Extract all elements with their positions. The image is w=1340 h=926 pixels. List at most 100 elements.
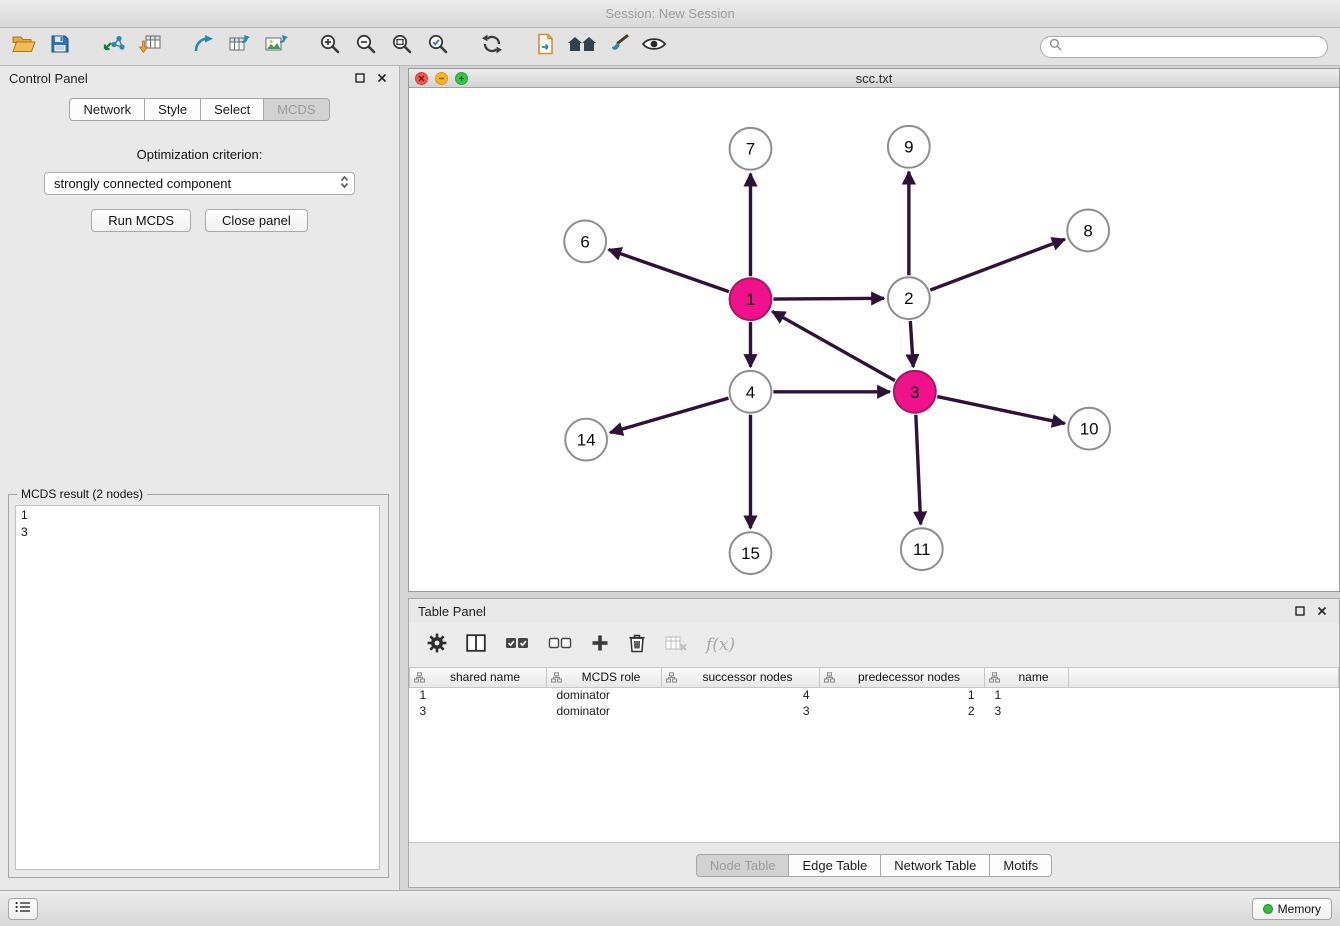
refresh-view-button[interactable] <box>474 31 510 63</box>
zoom-out-button[interactable] <box>348 31 384 63</box>
graph-edge-3-1[interactable] <box>772 311 895 380</box>
table-header-row: shared nameMCDS rolesuccessor nodes prede… <box>410 668 1339 687</box>
table-cell[interactable]: 1 <box>985 687 1069 703</box>
close-panel-button[interactable]: Close panel <box>205 209 308 232</box>
graph-edge-1-2[interactable] <box>773 298 884 299</box>
apply-style-button[interactable] <box>600 31 636 63</box>
run-mcds-button[interactable]: Run MCDS <box>91 209 191 232</box>
graph-node-9[interactable]: 9 <box>888 126 930 168</box>
delete-column-button[interactable] <box>628 633 646 658</box>
table-tabs-bar: Node TableEdge TableNetwork TableMotifs <box>409 843 1339 887</box>
deselect-all-button[interactable] <box>548 635 572 656</box>
table-row[interactable]: 1dominator411 <box>410 687 1339 703</box>
column-header-name[interactable]: name <box>985 668 1069 687</box>
column-sort-icon <box>414 672 425 686</box>
table-cell[interactable]: dominator <box>547 703 662 719</box>
graph-edge-4-14[interactable] <box>610 398 728 432</box>
network-graph[interactable]: 7 9 6 8 1 2 4 3 14 10 15 11 <box>409 89 1339 591</box>
zoom-fit-button[interactable] <box>384 31 420 63</box>
graph-node-3[interactable]: 3 <box>894 371 936 413</box>
memory-button[interactable]: Memory <box>1252 898 1332 920</box>
zoom-in-button[interactable] <box>312 31 348 63</box>
graph-node-8[interactable]: 8 <box>1067 210 1109 252</box>
optimization-dropdown[interactable]: strongly connected component <box>44 172 355 195</box>
table-cell[interactable]: 3 <box>410 703 547 719</box>
mcds-result-box: MCDS result (2 nodes) 13 <box>8 494 389 878</box>
float-table-panel-icon[interactable] <box>1292 603 1308 619</box>
table-cell[interactable]: dominator <box>547 687 662 703</box>
export-network-button[interactable] <box>186 31 222 63</box>
export-image-button[interactable] <box>258 31 294 63</box>
table-cell[interactable]: 3 <box>662 703 820 719</box>
close-panel-icon[interactable] <box>374 70 390 86</box>
graph-edge-1-6[interactable] <box>609 250 729 292</box>
table-cell[interactable]: 1 <box>820 687 985 703</box>
table-cell[interactable]: 2 <box>820 703 985 719</box>
export-table-button[interactable] <box>222 31 258 63</box>
search-box[interactable] <box>1040 36 1328 58</box>
graph-node-label: 6 <box>580 232 589 251</box>
close-table-panel-icon[interactable] <box>1314 603 1330 619</box>
search-input[interactable] <box>1067 40 1319 54</box>
table-tab-node-table[interactable]: Node Table <box>696 854 790 877</box>
table-row[interactable]: 3dominator323 <box>410 703 1339 719</box>
open-recent-button[interactable] <box>528 31 564 63</box>
graph-edge-2-3[interactable] <box>910 321 913 367</box>
tab-mcds[interactable]: MCDS <box>264 98 329 121</box>
home-layout-button[interactable] <box>564 31 600 63</box>
column-header-mcds-role[interactable]: MCDS role <box>547 668 662 687</box>
table-tab-motifs[interactable]: Motifs <box>990 854 1052 877</box>
add-column-button[interactable] <box>591 634 609 657</box>
graph-node-2[interactable]: 2 <box>888 277 930 319</box>
graph-node-7[interactable]: 7 <box>730 128 772 170</box>
graph-node-11[interactable]: 11 <box>901 528 943 570</box>
float-panel-icon[interactable] <box>352 70 368 86</box>
open-session-button[interactable] <box>6 31 42 63</box>
column-header-shared-name[interactable]: shared name <box>410 668 547 687</box>
graph-node-10[interactable]: 10 <box>1068 408 1110 450</box>
column-header-label: predecessor nodes <box>858 670 960 684</box>
graph-node-14[interactable]: 14 <box>565 419 607 461</box>
graph-node-label: 8 <box>1083 221 1092 240</box>
network-canvas[interactable]: 7 9 6 8 1 2 4 3 14 10 15 11 <box>409 89 1339 591</box>
node-table-area[interactable]: shared nameMCDS rolesuccessor nodes prede… <box>409 667 1339 843</box>
zoom-selected-button[interactable] <box>420 31 456 63</box>
control-panel: Control Panel NetworkStyleSelectMCDS Opt… <box>0 66 400 890</box>
graph-node-1[interactable]: 1 <box>730 278 772 320</box>
table-tab-network-table[interactable]: Network Table <box>881 854 990 877</box>
show-columns-button[interactable] <box>466 634 486 657</box>
tab-network[interactable]: Network <box>69 98 145 121</box>
mcds-result-text[interactable]: 13 <box>15 505 380 870</box>
function-builder-button[interactable]: f(x) <box>706 635 735 655</box>
column-header-predecessor-nodes[interactable]: predecessor nodes <box>820 668 985 687</box>
table-cell[interactable]: 3 <box>985 703 1069 719</box>
show-hide-button[interactable] <box>636 31 672 63</box>
maximize-window-icon[interactable] <box>455 72 468 85</box>
graph-node-15[interactable]: 15 <box>730 532 772 574</box>
delete-table-button[interactable] <box>665 635 687 656</box>
table-tab-edge-table[interactable]: Edge Table <box>789 854 881 877</box>
column-sort-icon <box>666 672 677 686</box>
column-sort-icon <box>551 672 562 686</box>
table-cell[interactable]: 1 <box>410 687 547 703</box>
menu-button[interactable] <box>8 898 38 920</box>
network-window-titlebar[interactable]: scc.txt <box>409 69 1339 88</box>
window-titlebar[interactable]: Session: New Session <box>0 0 1340 28</box>
save-session-button[interactable] <box>42 31 78 63</box>
column-header-successor-nodes[interactable]: successor nodes <box>662 668 820 687</box>
table-cell[interactable]: 4 <box>662 687 820 703</box>
select-all-button[interactable] <box>505 635 529 656</box>
column-settings-button[interactable] <box>427 633 447 658</box>
graph-edge-2-8[interactable] <box>930 239 1065 290</box>
tab-select[interactable]: Select <box>201 98 264 121</box>
import-network-button[interactable] <box>96 31 132 63</box>
import-table-button[interactable] <box>132 31 168 63</box>
graph-node-label: 15 <box>741 544 760 563</box>
graph-edge-3-11[interactable] <box>916 415 921 525</box>
minimize-window-icon[interactable] <box>435 72 448 85</box>
graph-node-6[interactable]: 6 <box>564 220 606 262</box>
close-window-icon[interactable] <box>415 72 428 85</box>
graph-edge-3-10[interactable] <box>937 397 1064 424</box>
tab-style[interactable]: Style <box>145 98 201 121</box>
graph-node-4[interactable]: 4 <box>730 371 772 413</box>
